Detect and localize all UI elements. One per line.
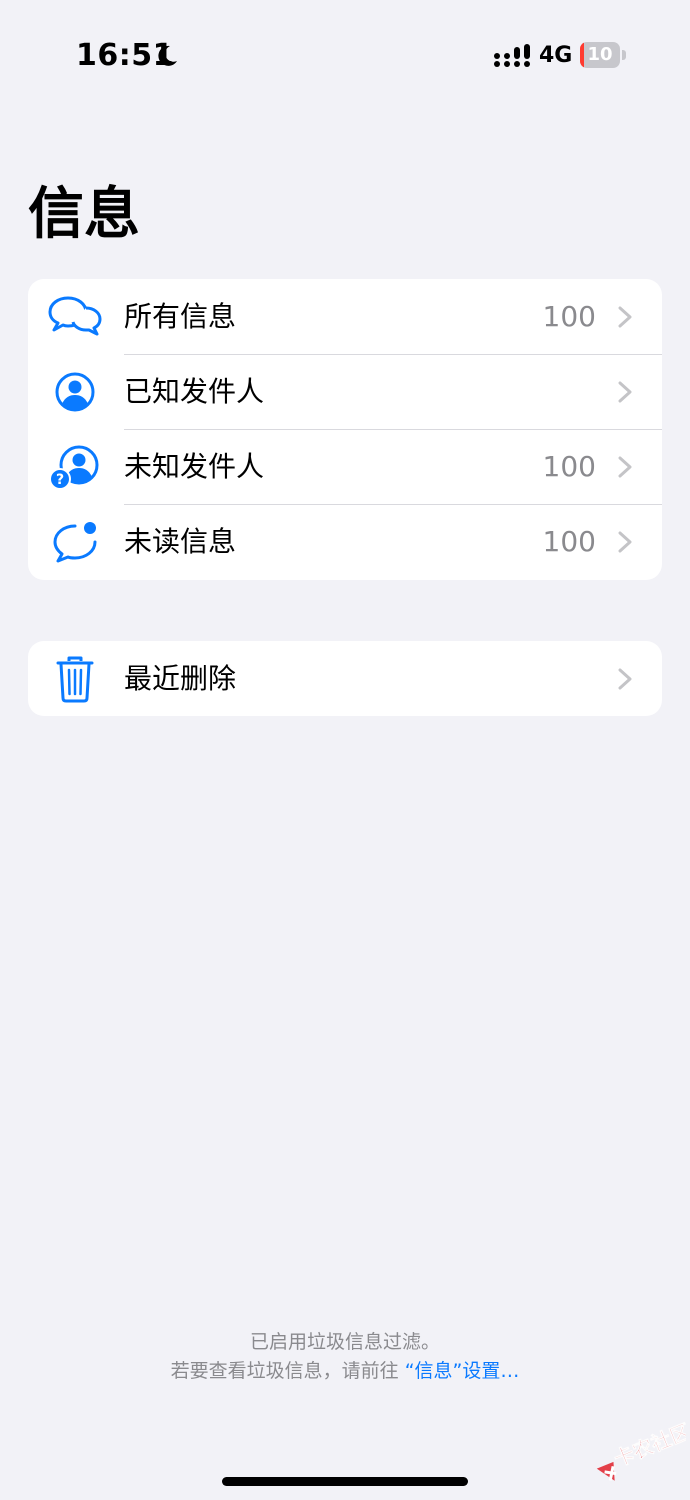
person-question-icon: ? [49, 445, 99, 490]
chevron-right-icon [618, 456, 632, 478]
filter-label: 所有信息 [124, 300, 237, 333]
junk-filter-footer: 已启用垃圾信息过滤。 若要查看垃圾信息，请前往 “信息”设置… [0, 1328, 690, 1386]
footer-line-2: 若要查看垃圾信息，请前往 “信息”设置… [0, 1357, 690, 1386]
svg-text:?: ? [56, 472, 64, 488]
filter-count: 100 [542, 450, 596, 483]
recently-deleted-row[interactable]: 最近删除 [28, 641, 662, 716]
footer-line-1: 已启用垃圾信息过滤。 [249, 1331, 440, 1353]
filter-all-messages[interactable]: 所有信息 100 [28, 279, 662, 354]
network-type: 4G [539, 43, 573, 68]
filter-count: 100 [542, 525, 596, 558]
person-circle-icon [55, 372, 95, 412]
filter-known-senders[interactable]: 已知发件人 [28, 354, 662, 429]
trash-icon [56, 656, 94, 703]
watermark-logo: 卡农社区 [596, 1419, 686, 1481]
battery-icon: 10 [580, 42, 626, 68]
messages-settings-link[interactable]: “信息”设置… [405, 1360, 520, 1382]
recently-deleted-label: 最近删除 [124, 662, 237, 695]
chevron-right-icon [618, 306, 632, 328]
footer-line-2-text: 若要查看垃圾信息，请前往 [170, 1360, 399, 1382]
status-bar: 16:51 4G 10 [0, 0, 690, 110]
recently-deleted-group: 最近删除 [28, 641, 662, 716]
filter-label: 未读信息 [124, 525, 237, 558]
filter-unread-messages[interactable]: 未读信息 100 [28, 504, 662, 579]
battery-level: 10 [587, 44, 613, 65]
filter-label: 已知发件人 [124, 375, 265, 408]
moon-icon [158, 45, 177, 66]
chevron-right-icon [618, 668, 632, 690]
page-title: 信息 [28, 182, 140, 247]
chevron-right-icon [618, 381, 632, 403]
chevron-right-icon [618, 531, 632, 553]
filter-label: 未知发件人 [124, 450, 265, 483]
filter-unknown-senders[interactable]: ? 未知发件人 100 [28, 429, 662, 504]
filter-count: 100 [542, 300, 596, 333]
watermark-text: 卡农社区 [610, 1419, 686, 1471]
bubbles-icon [48, 296, 102, 336]
unread-bubble-icon [53, 522, 97, 563]
home-indicator[interactable] [222, 1477, 468, 1486]
signal-icon [494, 44, 530, 67]
message-filters-list: 所有信息 100 已知发件人 ? 未知发件人 100 未读信息 100 [28, 279, 662, 580]
